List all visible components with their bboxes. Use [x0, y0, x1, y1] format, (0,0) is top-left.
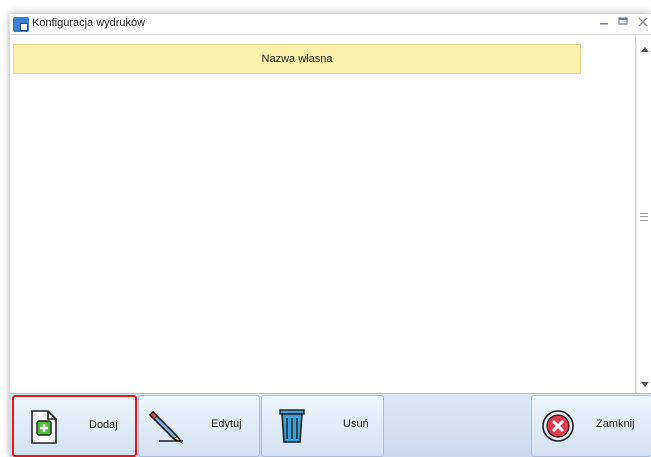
- scroll-down-button[interactable]: [637, 379, 651, 393]
- arrow-up-icon: [640, 47, 649, 52]
- close-icon: [638, 17, 648, 27]
- close-button[interactable]: Zamknij: [531, 395, 651, 457]
- column-header-nazwa-wlasna[interactable]: Nazwa własna: [13, 44, 581, 74]
- edit-button-label: Edytuj: [211, 418, 242, 430]
- delete-button-label: Usuń: [343, 418, 369, 430]
- minimize-button[interactable]: [595, 15, 613, 33]
- add-button[interactable]: Dodaj: [12, 395, 137, 457]
- maximize-button[interactable]: [614, 15, 632, 33]
- bottom-toolbar: Dodaj Edytuj Usuń Zamknij: [10, 393, 651, 457]
- print-config-window: Konfiguracja wydruków Nazwa własna Dodaj…: [10, 14, 651, 457]
- close-window-button[interactable]: [634, 15, 651, 33]
- scroll-thumb-grip[interactable]: [640, 213, 648, 221]
- arrow-down-icon: [640, 382, 649, 387]
- prints-grid[interactable]: Nazwa własna: [11, 35, 636, 393]
- window-title: Konfiguracja wydruków: [32, 17, 146, 29]
- app-icon: [13, 17, 29, 32]
- close-circle-icon: [542, 410, 574, 442]
- scroll-up-button[interactable]: [637, 43, 651, 57]
- maximize-icon: [618, 17, 628, 25]
- close-button-label: Zamknij: [596, 418, 635, 430]
- document-add-icon: [31, 410, 57, 444]
- edit-button[interactable]: Edytuj: [138, 395, 260, 457]
- delete-button[interactable]: Usuń: [261, 395, 384, 457]
- minimize-icon: [600, 23, 608, 25]
- title-bar[interactable]: Konfiguracja wydruków: [10, 14, 651, 35]
- pencil-icon: [148, 410, 184, 444]
- trash-icon: [279, 409, 305, 443]
- add-button-label: Dodaj: [89, 419, 118, 431]
- vertical-scrollbar[interactable]: [636, 43, 651, 393]
